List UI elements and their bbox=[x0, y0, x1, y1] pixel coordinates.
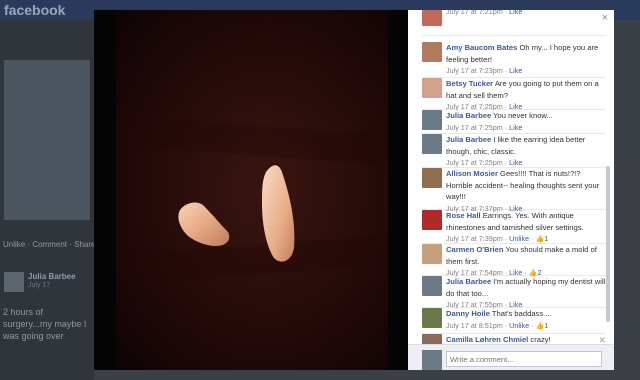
comment-timestamp[interactable]: July 17 at 7:21pm bbox=[446, 10, 503, 16]
commenter-name[interactable]: Allison Mosier bbox=[446, 169, 498, 178]
commenter-name[interactable]: Betsy Tucker bbox=[446, 79, 493, 88]
commenter-avatar[interactable] bbox=[422, 110, 442, 130]
like-link[interactable]: Like bbox=[509, 158, 522, 167]
comment-body: July 17 at 7:21pm · Like bbox=[446, 10, 606, 18]
background-post-author: Julia Barbee bbox=[28, 272, 76, 281]
like-count[interactable]: 1 bbox=[544, 234, 548, 243]
background-post-date: July 17 bbox=[28, 282, 51, 289]
comment-input[interactable] bbox=[446, 351, 602, 367]
comment-body: Allison Mosier Gees!!!! That is nuts!?!?… bbox=[446, 168, 606, 214]
comment-body: Danny Hoile That's baddass.... July 17 at… bbox=[446, 308, 606, 332]
comment-body: Amy Baucom Bates Oh my... I hope you are… bbox=[446, 42, 606, 77]
like-link[interactable]: Like bbox=[509, 10, 522, 16]
comment-meta: July 17 at 8:51pm · Unlike · 👍1 bbox=[446, 320, 549, 330]
comment-item: Julia Barbee I like the earring idea bet… bbox=[422, 134, 606, 168]
comment-meta: July 17 at 7:23pm · Like bbox=[446, 66, 523, 75]
comment-item: Danny Hoile That's baddass.... July 17 at… bbox=[422, 308, 606, 334]
like-count[interactable]: 1 bbox=[544, 321, 548, 330]
comment-item: Carmen O'Brien You should make a mold of… bbox=[422, 244, 606, 277]
commenter-avatar[interactable] bbox=[422, 244, 442, 264]
comments-panel: × July 17 at 7:21pm · Like Amy Baucom Bat… bbox=[408, 10, 614, 370]
commenter-name[interactable]: Julia Barbee bbox=[446, 111, 491, 120]
comment-body: Betsy Tucker Are you going to put them o… bbox=[446, 78, 606, 113]
comment-timestamp[interactable]: July 17 at 7:23pm bbox=[446, 66, 503, 75]
comment-body: Julia Barbee I'm actually hoping my dent… bbox=[446, 276, 606, 311]
like-link[interactable]: Like bbox=[509, 123, 522, 132]
comment-composer bbox=[408, 344, 614, 370]
thumbs-up-icon: 👍 bbox=[535, 322, 545, 330]
comment-meta: July 17 at 7:21pm · Like bbox=[446, 10, 606, 18]
comment-item: Julia Barbee I'm actually hoping my dent… bbox=[422, 276, 606, 311]
comment-text: You never know... bbox=[493, 111, 553, 120]
like-link[interactable]: Like bbox=[509, 66, 522, 75]
viewer-avatar bbox=[422, 350, 442, 370]
tooth-fragment-small bbox=[178, 202, 230, 246]
comment-item: July 17 at 7:21pm · Like bbox=[422, 10, 606, 36]
background-photo bbox=[4, 60, 90, 220]
thumbs-up-icon: 👍 bbox=[535, 236, 545, 243]
comment-item: Allison Mosier Gees!!!! That is nuts!?!?… bbox=[422, 168, 606, 213]
commenter-avatar[interactable] bbox=[422, 10, 442, 26]
background-right-column bbox=[612, 20, 640, 380]
background-post-text: 2 hours of surgery...my maybe I was goin… bbox=[3, 307, 87, 341]
comment-meta: July 17 at 7:25pm · Like bbox=[446, 158, 523, 167]
commenter-avatar[interactable] bbox=[422, 276, 442, 296]
comment-body: Julia Barbee You never know... July 17 at… bbox=[446, 110, 606, 133]
commenter-name[interactable]: Camilla Løhren Chmiel bbox=[446, 335, 528, 344]
commenter-avatar[interactable] bbox=[422, 308, 442, 328]
commenter-name[interactable]: Julia Barbee bbox=[446, 135, 491, 144]
commenter-name[interactable]: Danny Hoile bbox=[446, 309, 490, 318]
commenter-avatar[interactable] bbox=[422, 134, 442, 154]
commenter-avatar[interactable] bbox=[422, 42, 442, 62]
commenter-name[interactable]: Carmen O'Brien bbox=[446, 245, 504, 254]
background-post-actions: Unlike · Comment · Share bbox=[3, 240, 96, 249]
commenter-avatar[interactable] bbox=[422, 78, 442, 98]
comment-timestamp[interactable]: July 17 at 7:25pm bbox=[446, 158, 503, 167]
comment-text: crazy! bbox=[530, 335, 551, 344]
unlike-link[interactable]: Unlike bbox=[509, 321, 529, 330]
scrollbar-thumb[interactable] bbox=[606, 166, 610, 322]
comment-body: Rose Hall Earrings. Yes. With antique rh… bbox=[446, 210, 606, 246]
comment-text: That's baddass.... bbox=[491, 309, 552, 318]
background-avatar bbox=[4, 272, 24, 292]
commenter-name[interactable]: Julia Barbee bbox=[446, 277, 491, 286]
comment-meta: July 17 at 7:25pm · Like bbox=[446, 122, 523, 132]
comment-item: Julia Barbee You never know... July 17 at… bbox=[422, 110, 606, 134]
commenter-avatar[interactable] bbox=[422, 210, 442, 230]
background-left-column: Unlike · Comment · Share Julia Barbee Ju… bbox=[0, 20, 96, 380]
commenter-avatar[interactable] bbox=[422, 168, 442, 188]
facebook-logo: facebook bbox=[4, 2, 66, 18]
comment-body: Julia Barbee I like the earring idea bet… bbox=[446, 134, 606, 169]
comment-timestamp[interactable]: July 17 at 8:51pm bbox=[446, 321, 503, 330]
commenter-name[interactable]: Rose Hall bbox=[446, 211, 481, 220]
comment-timestamp[interactable]: July 17 at 7:25pm bbox=[446, 123, 503, 132]
comment-timestamp[interactable]: July 17 at 7:39pm bbox=[446, 234, 503, 243]
comment-item: Betsy Tucker Are you going to put them o… bbox=[422, 78, 606, 113]
commenter-name[interactable]: Amy Baucom Bates bbox=[446, 43, 517, 52]
unlike-link[interactable]: Unlike bbox=[509, 234, 529, 243]
photo-content bbox=[116, 115, 388, 285]
comment-item: Rose Hall Earrings. Yes. With antique rh… bbox=[422, 210, 606, 244]
photo[interactable] bbox=[116, 10, 388, 370]
comment-body: Carmen O'Brien You should make a mold of… bbox=[446, 244, 606, 280]
comment-item: Amy Baucom Bates Oh my... I hope you are… bbox=[422, 42, 606, 78]
